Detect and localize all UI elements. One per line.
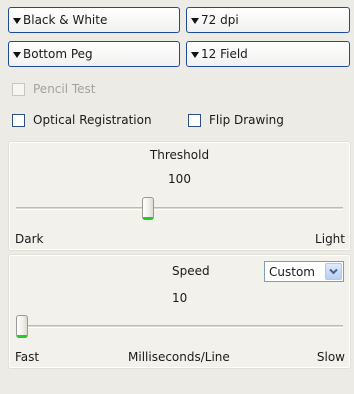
pencil-test-label: Pencil Test	[33, 82, 96, 96]
chevron-down-icon[interactable]	[325, 263, 342, 280]
speed-unit-label: Milliseconds/Line	[128, 350, 230, 364]
threshold-slider-track[interactable]	[16, 207, 343, 210]
field-label: 12 Field	[201, 47, 248, 61]
speed-panel: Speed Custom 10 Fast Milliseconds/Line S…	[9, 255, 350, 368]
flip-drawing-label: Flip Drawing	[209, 113, 284, 127]
caret-down-icon	[13, 51, 21, 58]
caret-down-icon	[191, 17, 199, 24]
threshold-slider-thumb[interactable]	[142, 197, 154, 220]
speed-title: Speed	[172, 264, 210, 278]
caret-down-icon	[13, 17, 21, 24]
flip-drawing-checkbox[interactable]: Flip Drawing	[188, 113, 284, 127]
threshold-title: Threshold	[149, 148, 210, 162]
speed-slider-thumb[interactable]	[16, 315, 28, 338]
pencil-test-box[interactable]	[12, 82, 25, 96]
caret-down-icon	[191, 51, 199, 58]
speed-mode-value: Custom	[269, 264, 315, 279]
flip-drawing-box[interactable]	[188, 113, 201, 127]
peg-dropdown[interactable]: Bottom Peg	[8, 41, 180, 67]
threshold-dark-label: Dark	[15, 232, 44, 246]
threshold-panel: Threshold 100 Dark Light	[9, 142, 350, 250]
peg-label: Bottom Peg	[23, 47, 93, 61]
speed-fast-label: Fast	[15, 350, 40, 364]
speed-mode-combo[interactable]: Custom	[264, 261, 344, 282]
pencil-test-checkbox[interactable]: Pencil Test	[12, 82, 96, 96]
speed-slider-track[interactable]	[16, 325, 343, 328]
speed-slow-label: Slow	[316, 350, 345, 364]
optical-registration-label: Optical Registration	[33, 113, 152, 127]
color-mode-dropdown[interactable]: Black & White	[8, 7, 180, 33]
speed-value: 10	[172, 291, 188, 305]
field-dropdown[interactable]: 12 Field	[186, 41, 350, 67]
color-mode-label: Black & White	[23, 13, 108, 27]
threshold-value: 100	[168, 172, 191, 186]
resolution-dropdown[interactable]: 72 dpi	[186, 7, 350, 33]
optical-registration-box[interactable]	[12, 113, 25, 127]
threshold-light-label: Light	[315, 232, 345, 246]
resolution-label: 72 dpi	[201, 13, 239, 27]
optical-registration-checkbox[interactable]: Optical Registration	[12, 113, 152, 127]
